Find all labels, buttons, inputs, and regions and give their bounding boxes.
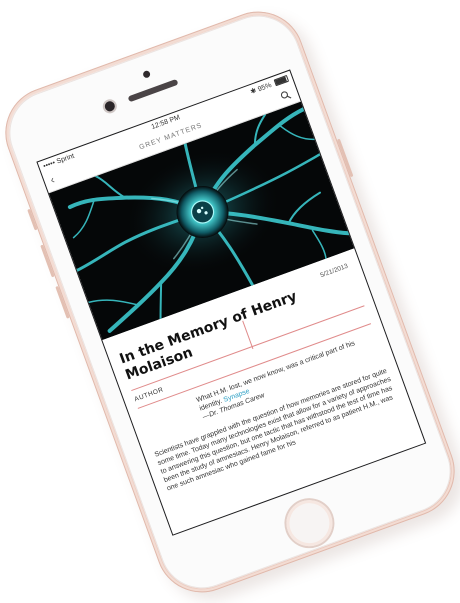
scene: ••••• Sprint 12:58 PM ✱ 95% ‹ GREY MATTE…	[0, 0, 460, 603]
battery-fill	[274, 76, 288, 85]
proximity-sensor	[142, 69, 152, 79]
home-button[interactable]	[279, 493, 339, 553]
phone-front: ••••• Sprint 12:58 PM ✱ 95% ‹ GREY MATTE…	[0, 3, 460, 601]
phone-device: ••••• Sprint 12:58 PM ✱ 95% ‹ GREY MATTE…	[0, 0, 460, 603]
bluetooth-icon: ✱	[249, 87, 258, 97]
earpiece-speaker	[127, 78, 179, 103]
phone-screen: ••••• Sprint 12:58 PM ✱ 95% ‹ GREY MATTE…	[36, 69, 427, 536]
article-date: 5/21/2013	[319, 262, 350, 280]
battery-icon	[273, 74, 290, 87]
front-camera-icon	[103, 99, 117, 113]
